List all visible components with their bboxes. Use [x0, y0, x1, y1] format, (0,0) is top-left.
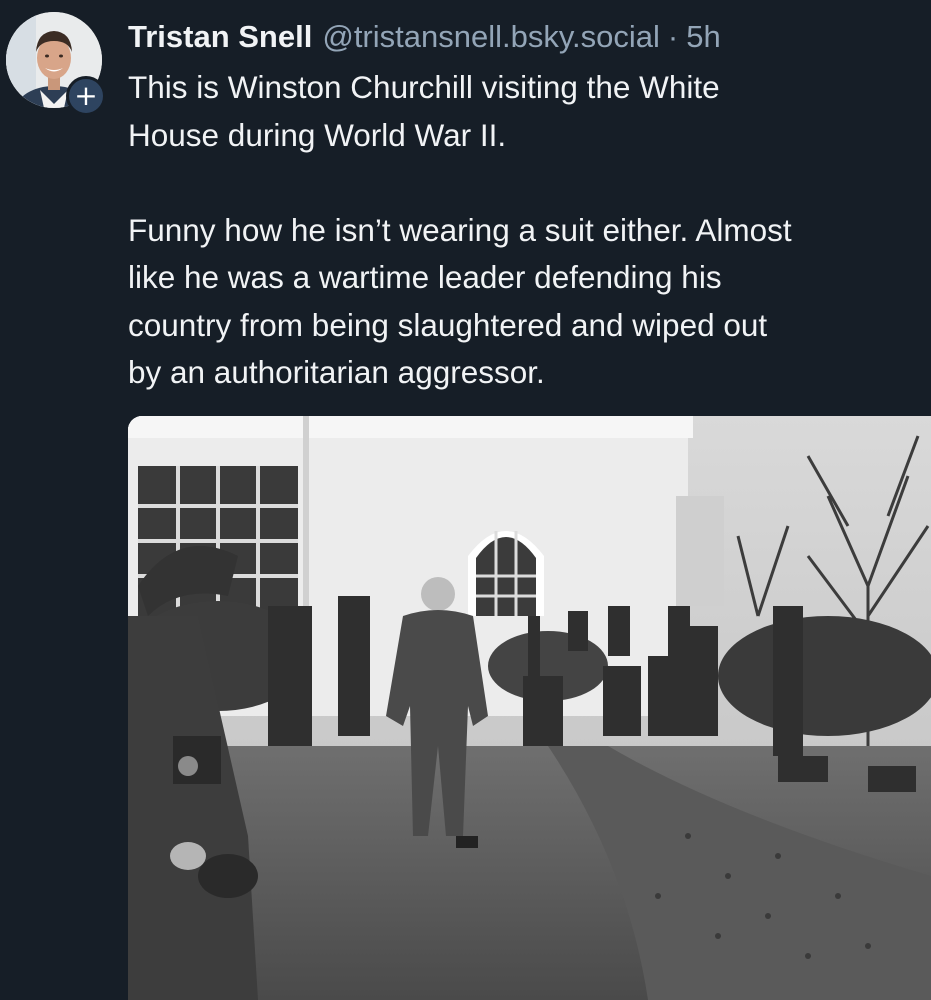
post-image[interactable] [128, 416, 931, 1000]
photo-churchill-white-house [128, 416, 931, 1000]
post-timestamp[interactable]: 5h [686, 14, 720, 60]
plus-icon: + [74, 79, 98, 112]
author-handle[interactable]: @tristansnell.bsky.social [322, 14, 660, 60]
follow-button[interactable]: + [66, 76, 106, 116]
post-text: This is Winston Churchill visiting the W… [128, 69, 792, 390]
post-header: Tristan Snell @tristansnell.bsky.social … [128, 14, 721, 60]
author-display-name[interactable]: Tristan Snell [128, 14, 312, 60]
header-separator: · [667, 19, 679, 54]
avatar-container[interactable]: + [6, 12, 106, 116]
post-card: + Tristan Snell @tristansnell.bsky.socia… [0, 0, 931, 1000]
